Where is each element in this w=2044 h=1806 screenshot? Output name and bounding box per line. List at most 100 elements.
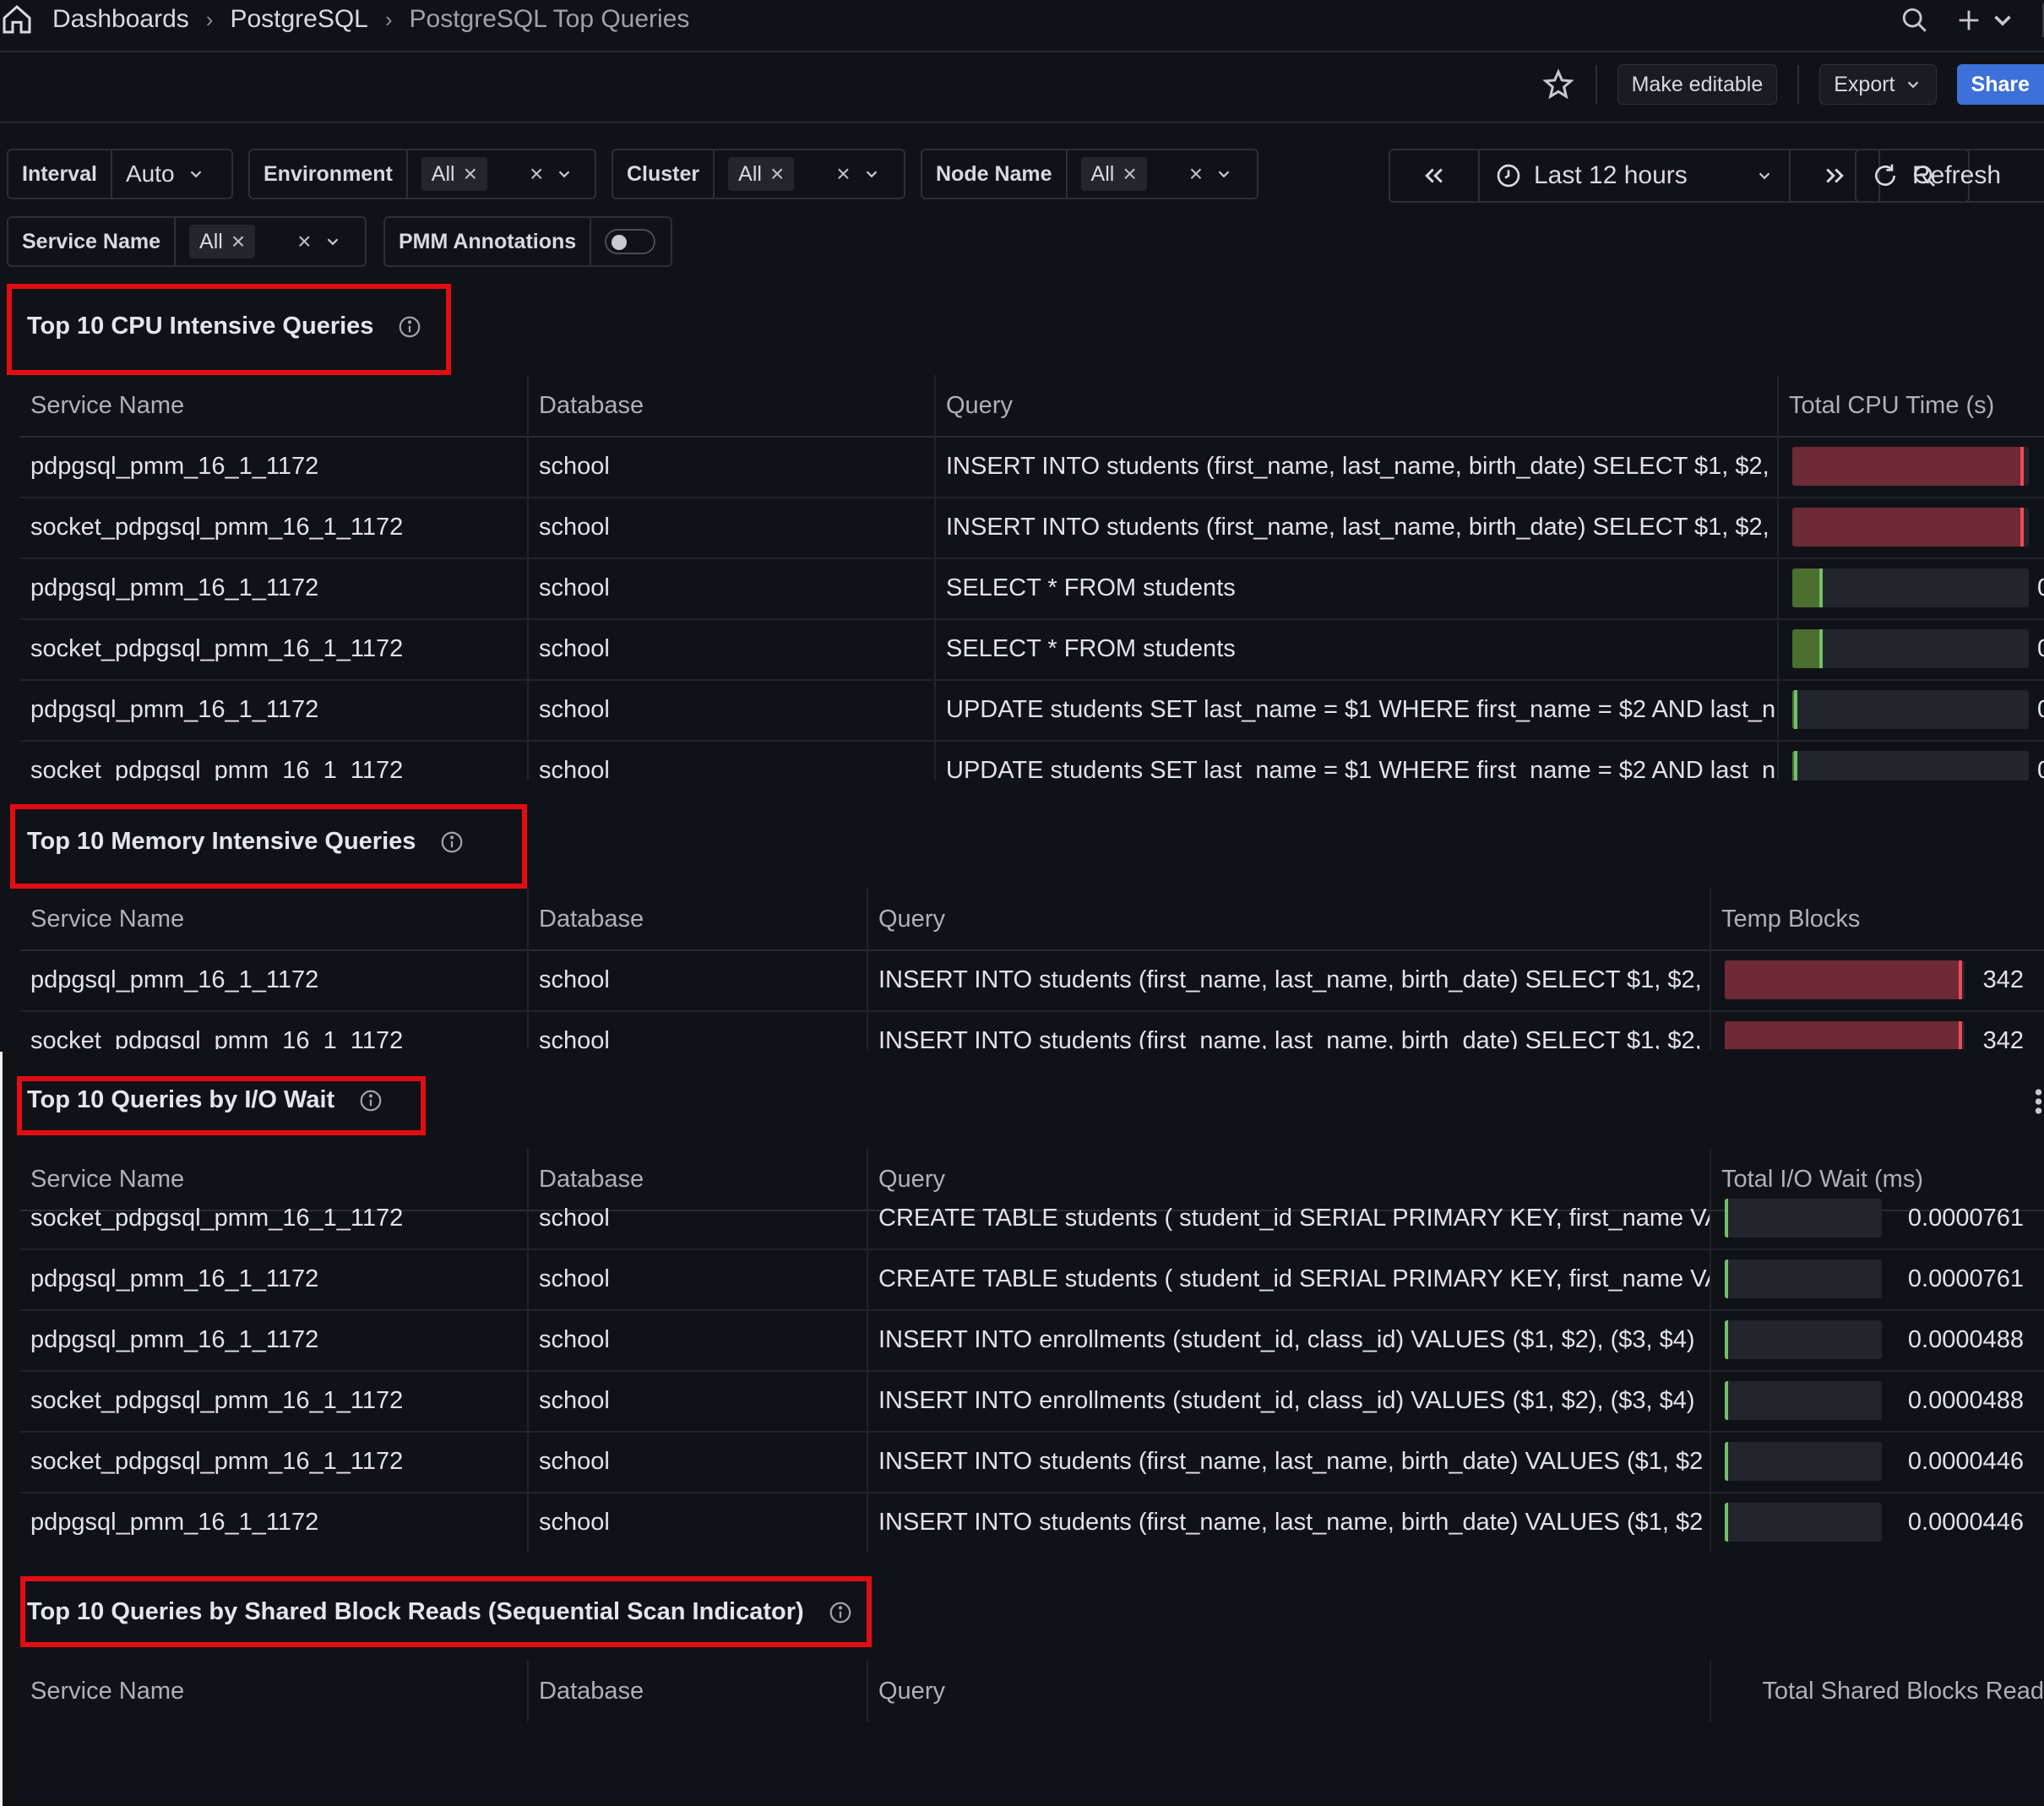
info-icon[interactable] — [397, 314, 422, 340]
table-row[interactable]: pdpgsql_pmm_16_1_1172 school INSERT INTO e… — [20, 1309, 2044, 1372]
bar-gauge-value: 0.0000446 — [1907, 1447, 2024, 1475]
table-row[interactable]: socket_pdpgsql_pmm_16_1_1172 school CREATE… — [20, 1188, 2044, 1250]
cell-metric — [1777, 497, 2044, 558]
breadcrumb-separator: › — [205, 6, 214, 32]
bar-gauge — [1725, 1199, 1882, 1238]
table-row[interactable]: socket_pdpgsql_pmm_16_1_1172 school UPDATE… — [20, 740, 2044, 781]
column-header-query[interactable]: Query — [934, 375, 1777, 436]
chevron-down-icon — [1218, 171, 1230, 178]
cluster-select[interactable]: All × × — [715, 150, 894, 198]
breadcrumb: Dashboards › PostgreSQL › PostgreSQL Top… — [0, 0, 689, 39]
column-header-query[interactable]: Query — [867, 1661, 1710, 1722]
table-row[interactable]: pdpgsql_pmm_16_1_1172 school SELECT * FROM… — [20, 558, 2044, 620]
export-button[interactable]: Export — [1819, 64, 1937, 105]
table-row[interactable]: socket_pdpgsql_pmm_16_1_1172 school INSERT… — [20, 497, 2044, 559]
bar-gauge — [1725, 1021, 1965, 1049]
service-name-value: All — [199, 229, 223, 253]
search-icon[interactable] — [1900, 6, 1929, 35]
chevron-down-icon — [327, 238, 338, 246]
cluster-variable: Cluster All × × — [612, 149, 905, 199]
column-header-database[interactable]: Database — [527, 1661, 867, 1722]
environment-select[interactable]: All × × — [408, 150, 588, 198]
clear-icon[interactable]: × — [836, 160, 850, 188]
add-menu-button[interactable] — [1954, 6, 2017, 35]
bar-gauge-fill — [1725, 1021, 1962, 1049]
table-row[interactable]: pdpgsql_pmm_16_1_1172 school INSERT INTO s… — [20, 1492, 2044, 1553]
service-name-variable: Service Name All × × — [7, 216, 367, 267]
table-row[interactable]: socket_pdpgsql_pmm_16_1_1172 school SELECT… — [20, 618, 2044, 681]
chevrons-left-icon — [1425, 168, 1443, 183]
bar-gauge — [1792, 751, 2029, 781]
column-header-database[interactable]: Database — [527, 889, 867, 949]
table-row[interactable]: pdpgsql_pmm_16_1_1172 school CREATE TABLE … — [20, 1248, 2044, 1311]
environment-chip: All × — [421, 157, 487, 191]
service-name-select[interactable]: All × × — [176, 218, 356, 265]
panel-menu-icon[interactable] — [2024, 1083, 2044, 1120]
clear-icon[interactable]: × — [530, 160, 543, 188]
column-header-service[interactable]: Service Name — [20, 1661, 527, 1722]
table-row[interactable]: socket_pdpgsql_pmm_16_1_1172 school INSERT… — [20, 1431, 2044, 1493]
bar-gauge-value: 0 — [2037, 574, 2044, 602]
refresh-button[interactable]: Refresh — [1855, 149, 2044, 203]
cell-query: INSERT INTO students (first_name, last_n… — [867, 1431, 1710, 1492]
bar-gauge-edge — [1794, 690, 1797, 729]
table-row[interactable]: pdpgsql_pmm_16_1_1172 school INSERT INTO s… — [20, 949, 2044, 1012]
column-header-metric[interactable]: Temp Blocks — [1710, 889, 2044, 949]
chevron-down-icon — [190, 171, 201, 178]
home-icon[interactable] — [0, 3, 34, 36]
chevron-down-icon — [1994, 15, 2011, 26]
info-icon[interactable] — [358, 1088, 383, 1113]
time-range-picker[interactable]: Last 12 hours — [1480, 150, 1791, 201]
bar-gauge — [1725, 960, 1965, 999]
cell-query: INSERT INTO students (first_name, last_n… — [934, 436, 1777, 497]
interval-select[interactable]: Auto — [112, 150, 219, 198]
breadcrumb-dashboards[interactable]: Dashboards — [52, 5, 189, 34]
cell-service: socket_pdpgsql_pmm_16_1_1172 — [30, 1026, 404, 1050]
bar-gauge-fill — [1792, 568, 1823, 607]
time-back-button[interactable] — [1390, 150, 1480, 201]
node-name-select[interactable]: All × × — [1068, 150, 1248, 198]
bar-gauge — [1792, 508, 2029, 547]
make-editable-button[interactable]: Make editable — [1617, 64, 1778, 105]
column-header-metric[interactable]: Total CPU Time (s) — [1777, 375, 2044, 436]
bar-gauge-edge — [2020, 447, 2024, 486]
cell-query: INSERT INTO enrollments (student_id, cla… — [867, 1309, 1710, 1370]
node-name-chip: All × — [1080, 157, 1147, 191]
cell-query: INSERT INTO students (first_name, last_n… — [934, 497, 1777, 558]
column-header-metric[interactable]: Total Shared Blocks Read — [1710, 1661, 2044, 1722]
cell-query: CREATE TABLE students ( student_id SERIA… — [867, 1188, 1710, 1248]
column-header-service[interactable]: Service Name — [20, 375, 527, 436]
bar-gauge-value: 0.0 — [2037, 757, 2044, 781]
info-icon[interactable] — [439, 830, 465, 855]
column-header-database[interactable]: Database — [527, 375, 934, 436]
table-row[interactable]: pdpgsql_pmm_16_1_1172 school INSERT INTO s… — [20, 436, 2044, 498]
info-icon[interactable] — [828, 1600, 853, 1625]
cell-service: pdpgsql_pmm_16_1_1172 — [30, 695, 319, 723]
remove-chip-icon[interactable]: × — [231, 228, 245, 255]
table-row[interactable]: pdpgsql_pmm_16_1_1172 school UPDATE studen… — [20, 679, 2044, 742]
cell-query: CREATE TABLE students ( student_id SERIA… — [867, 1248, 1710, 1309]
chevron-down-icon — [1759, 172, 1770, 180]
cell-database: school — [527, 740, 934, 781]
remove-chip-icon[interactable]: × — [1123, 160, 1136, 188]
star-icon[interactable] — [1541, 68, 1575, 101]
clear-icon[interactable]: × — [1189, 160, 1203, 188]
bar-gauge-value: 0.0000761 — [1907, 1265, 2024, 1292]
share-button[interactable]: Share — [1956, 64, 2044, 105]
pmm-annotations-toggle[interactable] — [605, 229, 656, 254]
cluster-label: Cluster — [613, 150, 715, 198]
cell-metric: 0 — [1777, 558, 2044, 618]
column-header-service[interactable]: Service Name — [20, 889, 527, 949]
table-row[interactable]: socket_pdpgsql_pmm_16_1_1172 school INSERT… — [20, 1370, 2044, 1433]
breadcrumb-postgresql[interactable]: PostgreSQL — [230, 5, 367, 34]
table-row[interactable]: socket_pdpgsql_pmm_16_1_1172 school INSERT… — [20, 1010, 2044, 1049]
bar-gauge-edge — [1794, 751, 1797, 781]
cell-query: INSERT INTO enrollments (student_id, cla… — [867, 1370, 1710, 1431]
memory-panel-title: Top 10 Memory Intensive Queries — [27, 828, 465, 856]
clear-icon[interactable]: × — [297, 228, 311, 255]
memory-table: Service Name Database Query Temp Blocks pdpg… — [20, 889, 2044, 1049]
node-name-variable: Node Name All × × — [921, 149, 1258, 199]
column-header-query[interactable]: Query — [867, 889, 1710, 949]
remove-chip-icon[interactable]: × — [464, 160, 477, 188]
remove-chip-icon[interactable]: × — [770, 160, 784, 188]
